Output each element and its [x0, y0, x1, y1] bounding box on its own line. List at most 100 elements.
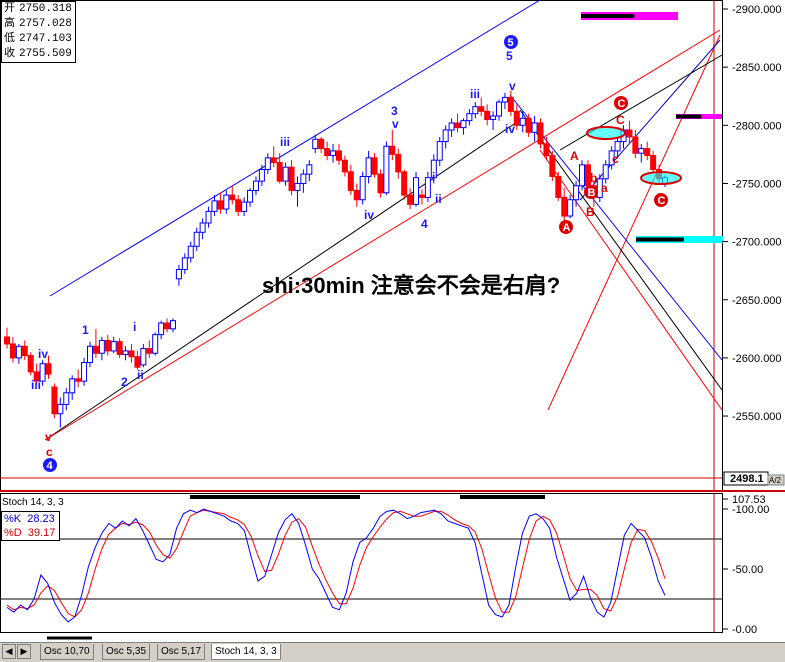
- candle-body: [466, 113, 473, 122]
- d-value: 39.17: [27, 527, 56, 539]
- wave-label-blue: iii: [31, 378, 41, 392]
- wave-label-blue: 4: [421, 217, 428, 231]
- tab-osc-10-70[interactable]: Osc 10,70: [40, 644, 94, 660]
- candle-body: [15, 345, 22, 359]
- candle-body: [555, 175, 562, 198]
- candle-body: [247, 189, 254, 203]
- candle-body: [294, 182, 301, 191]
- price-tick-label: -2650.000: [732, 295, 782, 307]
- candle-body: [549, 155, 556, 177]
- candle-body: [181, 257, 188, 271]
- candle-body: [306, 164, 313, 175]
- candle-body: [282, 166, 289, 182]
- red-up-line-2: [547, 34, 721, 411]
- candle-body: [146, 348, 153, 354]
- wave-label-blue: ii: [137, 368, 144, 382]
- chart-note: shi:30min 注意会不会是右肩?: [262, 273, 561, 298]
- candle-body: [21, 345, 28, 357]
- candle-body: [395, 153, 402, 173]
- candle-body: [567, 199, 574, 217]
- wave-label-blue: iii: [470, 87, 480, 101]
- candle-body: [389, 145, 396, 155]
- axis-tag-label: A/2: [769, 476, 782, 485]
- candle-body: [484, 110, 491, 120]
- candle-body: [602, 164, 609, 180]
- candle-body: [312, 138, 319, 150]
- candle-body: [418, 194, 425, 198]
- stoch-tick-label: -100.00: [732, 504, 769, 516]
- candle-body: [69, 378, 76, 394]
- candle-body: [638, 148, 645, 154]
- stoch-panel: 107.53-100.00-50.00-0.00: [0, 493, 769, 640]
- price-tick-label: -2850.000: [732, 62, 782, 74]
- tab-scroll-right-icon[interactable]: ▶: [17, 644, 31, 659]
- circled-wave-label: 5: [508, 37, 514, 49]
- annotation-layer: iiiiv12iiiiii3viv4iiiiiiv5ivvcABCabc45AB…: [31, 35, 682, 472]
- candle-body: [436, 141, 443, 161]
- candle-body: [229, 194, 236, 201]
- wave-label-red: c: [46, 445, 53, 459]
- wave-label-blue: v: [392, 117, 399, 131]
- price-tick-label: -2900.000: [732, 4, 782, 16]
- oscillator-title: Stoch 14, 3, 3: [2, 497, 64, 508]
- candle-body: [223, 194, 230, 210]
- candle-body: [632, 136, 639, 154]
- candle-body: [45, 363, 52, 375]
- price-tick-label: -2550.000: [732, 411, 782, 423]
- candle-body: [86, 345, 93, 364]
- wave-label-blue: iv: [505, 122, 515, 136]
- candle-body: [501, 96, 508, 103]
- circled-wave-label: A: [563, 222, 571, 234]
- candle-body: [300, 173, 307, 184]
- tab-osc-5-17[interactable]: Osc 5,17: [157, 644, 206, 660]
- wave-label-blue: 3: [391, 104, 398, 118]
- candle-body: [57, 403, 64, 415]
- candle-body: [561, 196, 568, 217]
- stoch-legend: %K 28.23 %D 39.17: [1, 511, 61, 541]
- open-label: 开: [4, 3, 15, 15]
- black-up-line-2: [559, 54, 723, 151]
- tab-osc-5-35[interactable]: Osc 5,35: [102, 644, 151, 660]
- candle-body: [407, 194, 414, 205]
- candle-body: [448, 122, 455, 131]
- candle-body: [9, 343, 16, 359]
- stoch-panel-frame: [0, 493, 723, 633]
- candle-body: [175, 269, 182, 280]
- candle-body: [193, 231, 200, 247]
- candle-body: [258, 168, 265, 182]
- wave-label-red: a: [601, 181, 608, 195]
- candle-body: [110, 341, 117, 352]
- candle-body: [519, 117, 526, 126]
- candle-body: [330, 150, 337, 157]
- candle-body: [318, 138, 325, 150]
- wave-label-blue: 1: [82, 323, 89, 337]
- red-down-line: [539, 149, 723, 411]
- wave-label-red: A: [570, 149, 579, 163]
- candle-body: [288, 166, 295, 191]
- candle-body: [513, 110, 520, 126]
- candle-body: [152, 334, 159, 354]
- candle-body: [134, 356, 141, 368]
- candle-body: [276, 162, 283, 182]
- wave-label-red: C: [616, 113, 625, 127]
- candle-body: [579, 164, 586, 187]
- candle-body: [51, 386, 58, 415]
- candle-body: [241, 201, 248, 212]
- candle-body: [217, 200, 224, 210]
- candle-body: [644, 148, 651, 157]
- tab-scroll-left-icon[interactable]: ◀: [2, 644, 16, 659]
- price-panel-frame: [0, 0, 723, 491]
- wave-label-blue: ii: [435, 192, 442, 206]
- wave-label-blue: i: [432, 170, 435, 184]
- k-value: 28.23: [27, 513, 55, 525]
- candle-body: [401, 171, 408, 196]
- highlight-ellipse-shoulder: [586, 126, 626, 140]
- ohlc-box: 开 2750.318 高 2757.028 低 2747.103 收 2755.509: [1, 1, 76, 63]
- candle-body: [75, 378, 82, 382]
- tab-stoch-14-3-3[interactable]: Stoch 14, 3, 3: [211, 644, 281, 660]
- open-value: 2750.318: [19, 3, 72, 15]
- trendline-layer[interactable]: [44, 0, 723, 441]
- price-tick-label: -2750.000: [732, 178, 782, 190]
- candle-body: [424, 177, 431, 198]
- candle-body: [235, 199, 242, 212]
